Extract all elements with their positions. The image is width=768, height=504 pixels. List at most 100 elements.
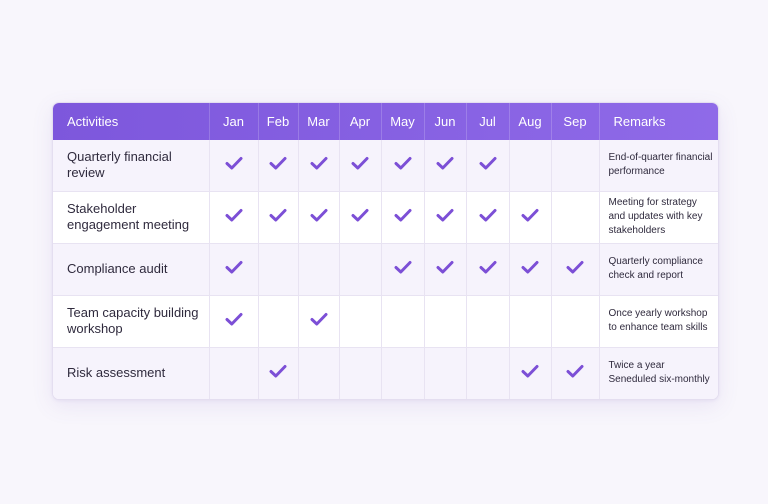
table-row: Team capacity building workshop Once year… <box>53 295 718 348</box>
remarks-cell: Quarterly compliance check and report <box>599 243 718 296</box>
month-cell <box>381 243 425 296</box>
header-month-feb: Feb <box>258 103 299 140</box>
checkmark-icon <box>269 364 287 378</box>
schedule-table-card: Activities Jan Feb Mar Apr May Jun Jul A… <box>52 102 719 400</box>
month-cell <box>258 347 299 399</box>
month-cell <box>466 140 510 192</box>
header-activities: Activities <box>53 103 210 140</box>
month-cell <box>509 295 552 348</box>
table-row: Quarterly financial review End-of-quarter… <box>53 140 718 192</box>
checkmark-icon <box>225 156 243 170</box>
month-cell <box>339 140 382 192</box>
month-cell <box>298 295 340 348</box>
month-cell <box>258 295 299 348</box>
month-cell <box>381 140 425 192</box>
header-month-jul: Jul <box>466 103 510 140</box>
month-cell <box>424 191 467 244</box>
checkmark-icon <box>394 260 412 274</box>
header-month-apr: Apr <box>339 103 382 140</box>
remarks-cell: Twice a year Seneduled six-monthly <box>599 347 718 399</box>
month-cell <box>466 191 510 244</box>
checkmark-icon <box>351 156 369 170</box>
checkmark-icon <box>310 312 328 326</box>
month-cell <box>551 191 600 244</box>
checkmark-icon <box>479 156 497 170</box>
header-month-mar: Mar <box>298 103 340 140</box>
checkmark-icon <box>479 260 497 274</box>
table-row: Compliance audit Quarterly compliance che… <box>53 243 718 296</box>
checkmark-icon <box>394 208 412 222</box>
month-cell <box>298 191 340 244</box>
month-cell <box>339 347 382 399</box>
month-cell <box>209 243 259 296</box>
checkmark-icon <box>351 208 369 222</box>
month-cell <box>209 140 259 192</box>
month-cell <box>258 243 299 296</box>
month-cell <box>381 295 425 348</box>
header-month-jun: Jun <box>424 103 467 140</box>
month-cell <box>424 295 467 348</box>
checkmark-icon <box>436 208 454 222</box>
activity-name-cell: Quarterly financial review <box>53 140 210 192</box>
month-cell <box>298 347 340 399</box>
checkmark-icon <box>566 260 584 274</box>
checkmark-icon <box>436 156 454 170</box>
checkmark-icon <box>394 156 412 170</box>
month-cell <box>466 295 510 348</box>
month-cell <box>298 140 340 192</box>
checkmark-icon <box>521 208 539 222</box>
month-cell <box>509 191 552 244</box>
table-header-row: Activities Jan Feb Mar Apr May Jun Jul A… <box>53 103 718 140</box>
month-cell <box>424 140 467 192</box>
checkmark-icon <box>436 260 454 274</box>
header-month-aug: Aug <box>509 103 552 140</box>
activity-schedule-table: Activities Jan Feb Mar Apr May Jun Jul A… <box>53 103 718 399</box>
month-cell <box>424 243 467 296</box>
table-row: Risk assessment Twice a year Seneduled si… <box>53 347 718 399</box>
header-remarks: Remarks <box>613 114 666 129</box>
month-cell <box>381 191 425 244</box>
checkmark-icon <box>225 260 243 274</box>
activity-name-cell: Risk assessment <box>53 347 210 399</box>
month-cell <box>551 140 600 192</box>
remarks-cell: End-of-quarter financial performance <box>599 140 718 192</box>
month-cell <box>509 140 552 192</box>
month-cell <box>209 347 259 399</box>
remarks-cell: Once yearly workshop to enhance team ski… <box>599 295 718 348</box>
month-cell <box>339 295 382 348</box>
checkmark-icon <box>566 364 584 378</box>
header-month-jan: Jan <box>209 103 259 140</box>
month-cell <box>466 243 510 296</box>
table-row: Stakeholder engagement meeting Meeting fo… <box>53 191 718 244</box>
month-cell <box>551 347 600 399</box>
month-cell <box>551 295 600 348</box>
activity-name-cell: Compliance audit <box>53 243 210 296</box>
month-cell <box>339 243 382 296</box>
activity-name-cell: Stakeholder engagement meeting <box>53 191 210 244</box>
month-cell <box>209 295 259 348</box>
month-cell <box>209 191 259 244</box>
remarks-cell: Meeting for strategy and updates with ke… <box>599 191 718 244</box>
month-cell <box>466 347 510 399</box>
month-cell <box>258 140 299 192</box>
month-cell <box>339 191 382 244</box>
checkmark-icon <box>269 156 287 170</box>
month-cell <box>509 347 552 399</box>
checkmark-icon <box>310 208 328 222</box>
header-month-may: May <box>381 103 425 140</box>
activity-name-cell: Team capacity building workshop <box>53 295 210 348</box>
month-cell <box>381 347 425 399</box>
month-cell <box>298 243 340 296</box>
checkmark-icon <box>479 208 497 222</box>
month-cell <box>551 243 600 296</box>
checkmark-icon <box>521 364 539 378</box>
table-body: Quarterly financial review End-of-quarter… <box>53 140 718 399</box>
checkmark-icon <box>310 156 328 170</box>
month-cell <box>509 243 552 296</box>
header-month-sep: Sep <box>551 103 600 140</box>
checkmark-icon <box>225 312 243 326</box>
checkmark-icon <box>269 208 287 222</box>
month-cell <box>424 347 467 399</box>
checkmark-icon <box>521 260 539 274</box>
month-cell <box>258 191 299 244</box>
